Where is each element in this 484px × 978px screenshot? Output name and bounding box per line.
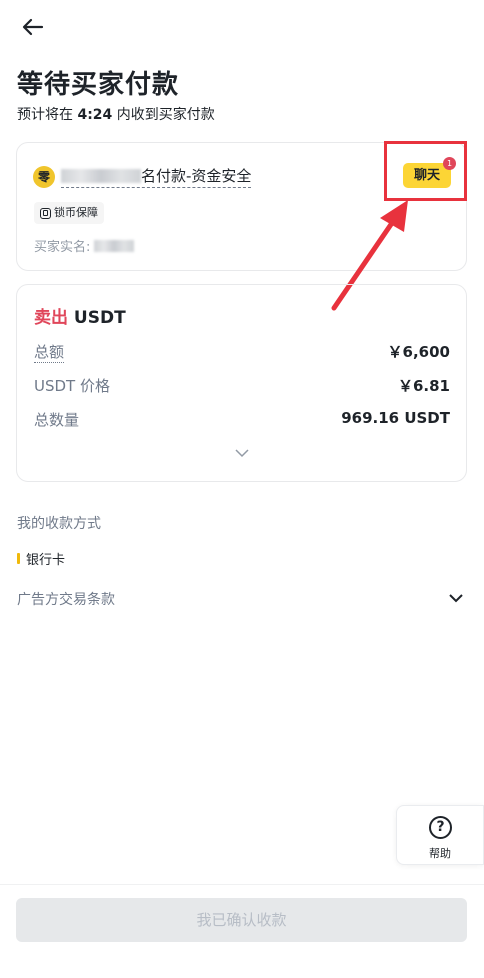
confirm-received-button[interactable]: 我已确认收款 (16, 898, 467, 942)
badge-label: 锁币保障 (54, 206, 98, 219)
page-title: 等待买家付款 (17, 70, 180, 100)
subtitle-prefix: 预计将在 (17, 107, 78, 123)
real-name-label: 买家实名: (34, 240, 91, 255)
buyer-name-redacted (61, 168, 141, 183)
total-amount-value: ￥6,600 (387, 343, 450, 361)
order-heading: 卖出 USDT (34, 303, 126, 328)
price-value: ￥6.81 (397, 377, 450, 395)
price-row: USDT 价格 ￥6.81 (34, 375, 450, 396)
annotation-highlight-box (384, 141, 467, 201)
lock-guarantee-badge[interactable]: 锁币保障 (34, 202, 104, 224)
subtitle-suffix: 内收到买家付款 (112, 107, 215, 123)
payment-method-item: 银行卡 (17, 549, 65, 568)
expand-chevron-down-icon[interactable] (235, 448, 249, 458)
quantity-label: 总数量 (34, 411, 80, 429)
lock-shield-icon (40, 207, 51, 219)
buyer-real-name: 买家实名: (34, 236, 135, 255)
buyer-name-link[interactable]: 名付款-资金安全 (61, 165, 252, 188)
buyer-avatar: 零 (33, 166, 55, 188)
countdown-time: 4:24 (77, 107, 113, 123)
footer-divider (0, 884, 484, 885)
back-arrow-icon[interactable] (20, 14, 46, 40)
total-amount-row: 总额 ￥6,600 (34, 341, 450, 363)
real-name-redacted (94, 239, 135, 252)
buyer-name-suffix: 名付款-资金安全 (141, 167, 252, 185)
help-label: 帮助 (429, 847, 451, 860)
payment-method-label: 银行卡 (26, 553, 66, 568)
total-amount-label[interactable]: 总额 (34, 341, 65, 363)
terms-chevron-down-icon[interactable] (448, 592, 464, 604)
payment-method-marker (17, 553, 20, 564)
price-label: USDT 价格 (34, 377, 110, 395)
order-side: 卖出 (34, 308, 68, 328)
order-summary-card: 卖出 USDT 总额 ￥6,600 USDT 价格 ￥6.81 总数量 969.… (16, 284, 467, 482)
question-circle-icon: ? (429, 816, 452, 839)
help-button[interactable]: ? 帮助 (396, 805, 484, 865)
payment-section-label: 我的收款方式 (17, 516, 101, 532)
quantity-row: 总数量 969.16 USDT (34, 409, 450, 430)
terms-label[interactable]: 广告方交易条款 (17, 589, 115, 609)
order-asset: USDT (73, 308, 126, 328)
quantity-value: 969.16 USDT (341, 409, 450, 427)
page-subtitle: 预计将在 4:24 内收到买家付款 (17, 104, 215, 124)
